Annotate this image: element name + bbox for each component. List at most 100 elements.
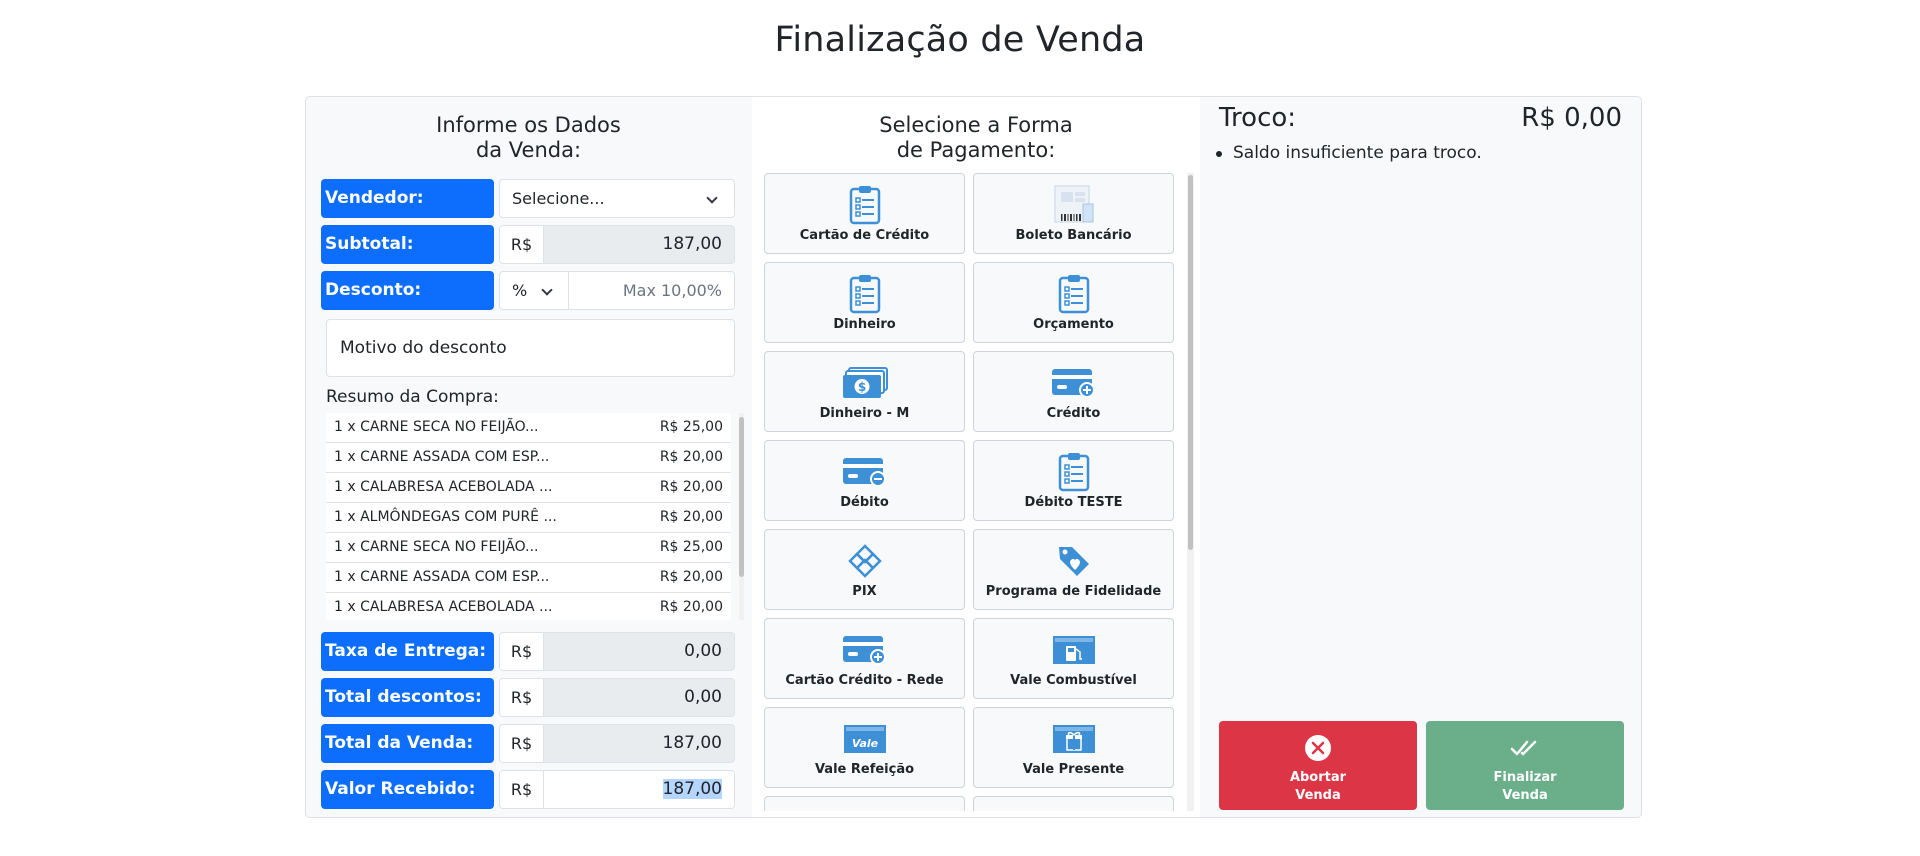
item-name: 1 x CALABRESA ACEBOLADA ... [334,479,553,495]
payment-method-name: Débito TESTE [1024,495,1123,510]
discount-reason-input[interactable]: Motivo do desconto [326,319,735,377]
finalize-sale-label-line1: Finalizar [1493,770,1557,785]
gift-voucher-icon [974,718,1173,760]
item-name: 1 x CARNE SECA NO FEIJÃO... [334,539,539,555]
summary-scrollbar[interactable] [739,413,744,620]
item-name: 1 x CARNE SECA NO FEIJÃO... [334,419,539,435]
meal-voucher-text: Vale [851,737,878,750]
change-message: Saldo insuficiente para troco. [1216,143,1482,163]
payment-method-name: Dinheiro [833,317,896,332]
payment-method-pix[interactable]: PIX [764,529,965,610]
item-price: R$ 25,00 [659,539,723,555]
page-title: Finalização de Venda [774,20,1146,60]
desconto-label: Desconto: [321,271,494,310]
payment-method-cartao-credito-rede[interactable]: Cartão Crédito - Rede [764,618,965,699]
payment-method-dinheiro[interactable]: Dinheiro [764,262,965,343]
card-minus-icon [765,451,964,493]
currency-prefix: R$ [500,725,544,762]
scrollbar-thumb[interactable] [1188,175,1193,550]
purchase-summary-list[interactable]: 1 x CARNE SECA NO FEIJÃO... R$ 25,00 1 x … [326,413,746,620]
selected-value-text: 187,00 [662,779,722,799]
purchase-summary-label: Resumo da Compra: [326,387,499,407]
payment-method-vale-presente[interactable]: Vale Presente [973,707,1174,788]
list-item: 1 x CARNE ASSADA COM ESP... R$ 20,00 [326,443,731,473]
payment-method-name: Orçamento [1033,317,1114,332]
payment-method-card-partial[interactable] [764,796,965,811]
sale-data-column: Informe os Dados da Venda: Vendedor: Sel… [306,97,751,817]
finalize-sale-label-line2: Venda [1502,788,1548,803]
item-price: R$ 25,00 [659,419,723,435]
payment-method-credito[interactable]: Crédito [973,351,1174,432]
total-descontos-label: Total descontos: [321,678,494,717]
payment-method-cartao-credito[interactable]: Cartão de Crédito [764,173,965,254]
discount-input[interactable]: Max 10,00% [569,272,734,309]
payment-method-dinheiro-m[interactable]: $ Dinheiro - M [764,351,965,432]
payment-method-card-partial[interactable] [973,796,1174,811]
scrollbar-thumb[interactable] [739,417,744,577]
item-name: 1 x CALABRESA ACEBOLADA ... [334,599,553,615]
meal-voucher-icon: Vale [765,718,964,760]
card-plus-icon [974,362,1173,404]
total-venda-label: Total da Venda: [321,724,494,763]
payment-method-name: PIX [852,584,877,599]
finalize-sale-button[interactable]: Finalizar Venda [1426,721,1624,810]
subtotal-row: Subtotal: R$ 187,00 [321,225,735,264]
payment-methods-grid: Cartão de Crédito Boleto Bancário Dinhei… [764,173,1194,811]
vendedor-row: Vendedor: Selecione... [321,179,735,218]
payment-method-name: Programa de Fidelidade [985,584,1162,599]
taxa-entrega-field: R$ 0,00 [499,632,735,671]
vendedor-select[interactable]: Selecione... [499,179,735,218]
abort-sale-label-line1: Abortar [1289,770,1347,785]
vendedor-label: Vendedor: [321,179,494,218]
payment-method-debito[interactable]: Débito [764,440,965,521]
abort-sale-button[interactable]: Abortar Venda [1219,721,1417,810]
list-item: 1 x ALMÔNDEGAS COM PURÊ ... R$ 20,00 [326,503,731,533]
payment-method-debito-teste[interactable]: Débito TESTE [973,440,1174,521]
item-name: 1 x CARNE ASSADA COM ESP... [334,449,550,465]
item-price: R$ 20,00 [659,599,723,615]
desconto-field: % Max 10,00% [499,271,735,310]
payment-title: Selecione a Forma de Pagamento: [752,113,1200,163]
total-venda-value: 187,00 [544,725,734,762]
clipboard-icon [765,184,964,226]
currency-prefix: R$ [500,771,544,808]
payment-methods-scrollbar[interactable] [1187,173,1194,811]
payment-method-name: Boleto Bancário [1015,228,1132,243]
sale-data-title: Informe os Dados da Venda: [306,113,751,163]
double-check-icon [1426,733,1624,763]
sale-panel: Informe os Dados da Venda: Vendedor: Sel… [305,96,1642,818]
valor-recebido-input[interactable]: 187,00 [544,771,734,808]
clipboard-icon [765,273,964,315]
payment-method-name: Débito [840,495,889,510]
valor-recebido-label: Valor Recebido: [321,770,494,809]
payment-title-line2: de Pagamento: [896,138,1056,162]
taxa-entrega-label: Taxa de Entrega: [321,632,494,671]
total-venda-row: Total da Venda: R$ 187,00 [321,724,735,763]
item-price: R$ 20,00 [659,509,723,525]
payment-method-name: Vale Refeição [814,762,915,777]
payment-method-vale-combustivel[interactable]: Vale Combustível [973,618,1174,699]
discount-type-select[interactable]: % [500,272,569,309]
list-item: 1 x CARNE SECA NO FEIJÃO... R$ 25,00 [326,533,731,563]
abort-sale-label-line2: Venda [1295,788,1341,803]
payment-method-name: Vale Presente [1022,762,1125,777]
currency-prefix: R$ [500,679,544,716]
sale-data-title-line2: da Venda: [475,138,582,162]
subtotal-label: Subtotal: [321,225,494,264]
payment-method-orcamento[interactable]: Orçamento [973,262,1174,343]
subtotal-value: 187,00 [544,226,734,263]
item-name: 1 x CARNE ASSADA COM ESP... [334,569,550,585]
payment-method-name: Vale Combustível [1010,673,1137,688]
payment-method-boleto[interactable]: Boleto Bancário [973,173,1174,254]
taxa-entrega-value: 0,00 [544,633,734,670]
payment-method-vale-refeicao[interactable]: Vale Vale Refeição [764,707,965,788]
heart-tag-icon [974,540,1173,582]
total-venda-field: R$ 187,00 [499,724,735,763]
change-value: R$ 0,00 [1521,103,1622,133]
valor-recebido-row: Valor Recebido: R$ 187,00 [321,770,735,809]
chevron-down-icon [706,192,718,204]
payment-method-fidelidade[interactable]: Programa de Fidelidade [973,529,1174,610]
item-price: R$ 20,00 [659,479,723,495]
card-plus-icon [765,629,964,671]
total-descontos-value: 0,00 [544,679,734,716]
